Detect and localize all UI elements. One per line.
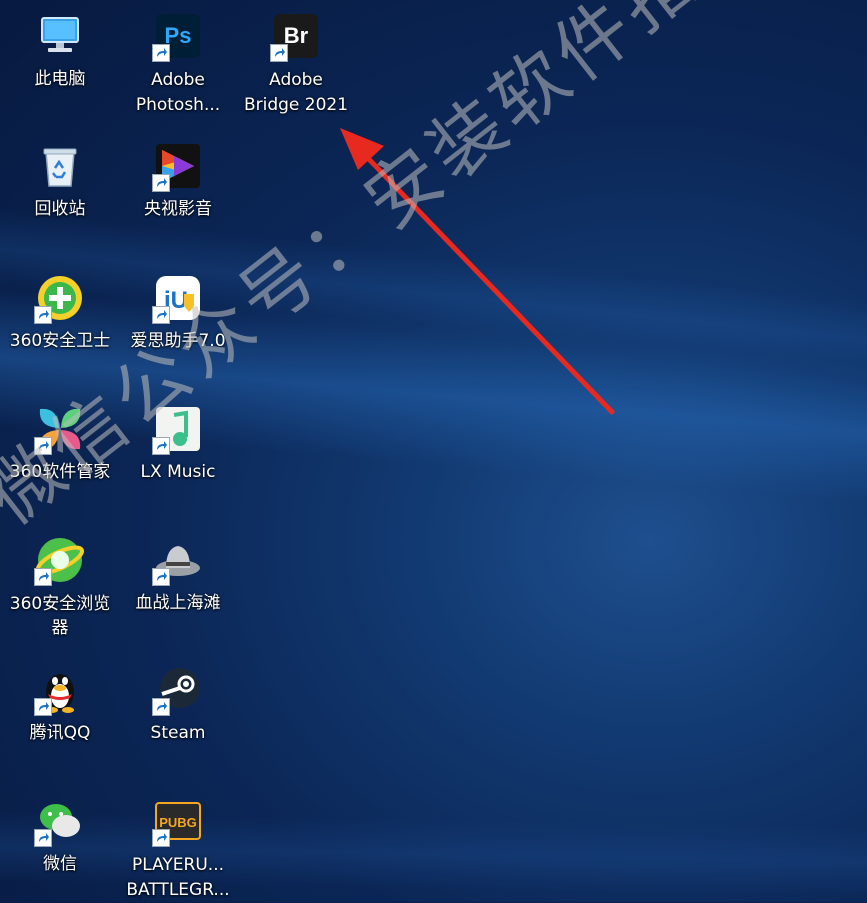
- this-pc-icon: [34, 10, 86, 62]
- desktop-icon-360-security[interactable]: 360安全卫士: [1, 272, 119, 352]
- desktop-icon-this-pc[interactable]: 此电脑: [1, 10, 119, 90]
- game-hat-icon: [152, 534, 204, 586]
- shortcut-arrow-icon: [152, 829, 170, 847]
- shortcut-arrow-icon: [152, 698, 170, 716]
- desktop-icon-label: 360安全浏览 器: [9, 594, 111, 638]
- desktop-icon-label: Steam: [150, 723, 206, 743]
- desktop-icon-label: 央视影音: [144, 199, 212, 219]
- recycle-bin-icon: [34, 140, 86, 192]
- desktop-icon-steam[interactable]: Steam: [119, 664, 237, 744]
- desktop-icon-label: Adobe Photosh...: [135, 70, 221, 115]
- wechat-icon: [34, 795, 86, 847]
- photoshop-icon: Ps: [152, 10, 204, 62]
- shortcut-arrow-icon: [152, 437, 170, 455]
- 360-security-icon: [34, 272, 86, 324]
- shortcut-arrow-icon: [34, 437, 52, 455]
- desktop-icon-qq[interactable]: 腾讯QQ: [1, 664, 119, 744]
- lx-music-icon: [152, 403, 204, 455]
- pubg-icon: PUBG: [152, 795, 204, 847]
- cctv-video-icon: [152, 140, 204, 192]
- desktop-icon-wechat[interactable]: 微信: [1, 795, 119, 875]
- shortcut-arrow-icon: [34, 306, 52, 324]
- desktop-icon-i4-assistant[interactable]: iU 爱思助手7.0: [119, 272, 237, 352]
- 360-browser-icon: [34, 534, 86, 586]
- desktop-icon-label: LX Music: [140, 462, 216, 482]
- shortcut-arrow-icon: [152, 44, 170, 62]
- desktop-icon-label: 360安全卫士: [9, 331, 111, 351]
- desktop-icon-bridge[interactable]: Br Adobe Bridge 2021: [237, 10, 355, 118]
- desktop-icon-pubg[interactable]: PUBG PLAYERU... BATTLEGR...: [119, 795, 237, 903]
- desktop-icon-label: 腾讯QQ: [29, 723, 91, 743]
- shortcut-arrow-icon: [34, 698, 52, 716]
- shortcut-arrow-icon: [152, 568, 170, 586]
- i4-assistant-icon: iU: [152, 272, 204, 324]
- desktop-icon-label: 血战上海滩: [135, 593, 221, 613]
- desktop-icon-cctv[interactable]: 央视影音: [119, 140, 237, 220]
- shortcut-arrow-icon: [34, 568, 52, 586]
- desktop-icon-label: Adobe Bridge 2021: [243, 70, 349, 115]
- bridge-icon: Br: [270, 10, 322, 62]
- desktop-icon-game-shanghai[interactable]: 血战上海滩: [119, 534, 237, 614]
- desktop-icon-label: PLAYERU... BATTLEGR...: [126, 855, 230, 900]
- desktop-icon-360-browser[interactable]: 360安全浏览 器: [1, 534, 119, 640]
- steam-icon: [152, 664, 204, 716]
- shortcut-arrow-icon: [152, 306, 170, 324]
- svg-text:PUBG: PUBG: [159, 815, 197, 830]
- desktop-icon-label: 微信: [43, 854, 77, 874]
- qq-penguin-icon: [34, 664, 86, 716]
- desktop-icon-label: 360软件管家: [9, 462, 111, 482]
- desktop-icon-photoshop[interactable]: Ps Adobe Photosh...: [119, 10, 237, 118]
- desktop-icon-label: 此电脑: [34, 69, 86, 89]
- desktop-icon-recycle-bin[interactable]: 回收站: [1, 140, 119, 220]
- shortcut-arrow-icon: [270, 44, 288, 62]
- desktop-icon-lx-music[interactable]: LX Music: [119, 403, 237, 483]
- shortcut-arrow-icon: [34, 829, 52, 847]
- desktop-icon-label: 回收站: [34, 199, 86, 219]
- desktop-icon-label: 爱思助手7.0: [130, 331, 226, 351]
- shortcut-arrow-icon: [152, 174, 170, 192]
- 360-software-manager-icon: [34, 403, 86, 455]
- desktop-icon-360-software-manager[interactable]: 360软件管家: [1, 403, 119, 483]
